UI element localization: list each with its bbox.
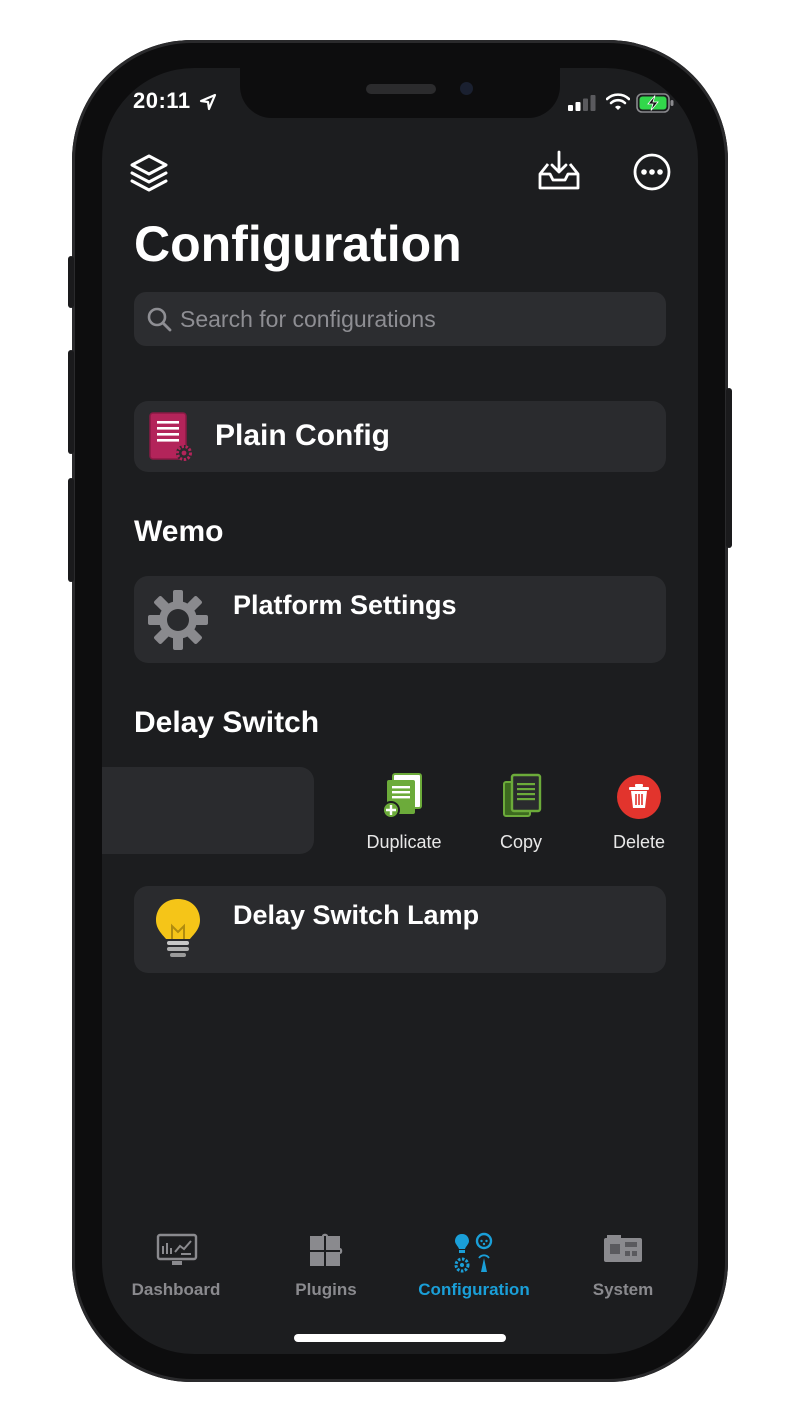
page-title: Configuration: [134, 216, 462, 272]
gear-icon: [148, 590, 208, 650]
inbox-download-icon[interactable]: [536, 150, 582, 192]
dashboard-icon: [156, 1233, 198, 1265]
tab-dashboard[interactable]: [112, 1232, 242, 1268]
plain-config-label: Plain Config: [215, 419, 390, 452]
phone-side-button: [68, 256, 74, 308]
phone-volume-down: [68, 478, 74, 582]
duplicate-icon: [382, 773, 422, 819]
status-time: 20:11: [133, 88, 191, 113]
tab-configuration-label: Configuration: [418, 1280, 530, 1299]
copy-label: Copy: [499, 832, 543, 852]
speaker: [366, 84, 436, 94]
duplicate-label: Duplicate: [366, 832, 442, 852]
section-heading-delay-switch: Delay Switch: [134, 706, 320, 739]
tab-plugins[interactable]: [261, 1232, 391, 1270]
config-document-icon: [149, 412, 192, 461]
lightbulb-icon: [156, 899, 200, 957]
duplicate-button[interactable]: [354, 772, 454, 820]
tab-dashboard-label: Dashboard: [131, 1280, 221, 1299]
chip-board-icon: [604, 1235, 642, 1262]
more-ellipsis-icon[interactable]: [632, 152, 672, 192]
platform-settings-label: Platform Settings: [233, 590, 457, 620]
phone-power-button: [726, 388, 732, 548]
wifi-icon: [606, 93, 630, 110]
battery-charging-icon: [636, 93, 674, 113]
front-camera: [460, 82, 473, 95]
location-arrow-icon: [199, 93, 217, 111]
delay-switch-lamp-label: Delay Switch Lamp: [233, 900, 480, 930]
tab-system-label: System: [592, 1280, 654, 1299]
home-indicator[interactable]: [294, 1334, 506, 1342]
section-heading-wemo: Wemo: [134, 515, 224, 548]
search-input[interactable]: [180, 304, 650, 334]
swiped-row[interactable]: [102, 767, 314, 854]
delete-button[interactable]: [589, 774, 689, 820]
delete-label: Delete: [612, 832, 666, 852]
configuration-icon: [454, 1232, 493, 1273]
copy-icon: [503, 773, 542, 817]
tab-plugins-label: Plugins: [295, 1280, 357, 1299]
puzzle-icon: [310, 1233, 343, 1266]
layers-icon[interactable]: [128, 152, 170, 194]
copy-button[interactable]: [472, 772, 572, 820]
phone-volume-up: [68, 350, 74, 454]
cellular-signal-icon: [568, 95, 596, 111]
tab-system[interactable]: [558, 1232, 688, 1268]
plain-config-row[interactable]: [134, 401, 666, 472]
tab-configuration[interactable]: [409, 1232, 539, 1274]
search-icon: [147, 307, 172, 332]
trash-icon: [617, 775, 661, 819]
